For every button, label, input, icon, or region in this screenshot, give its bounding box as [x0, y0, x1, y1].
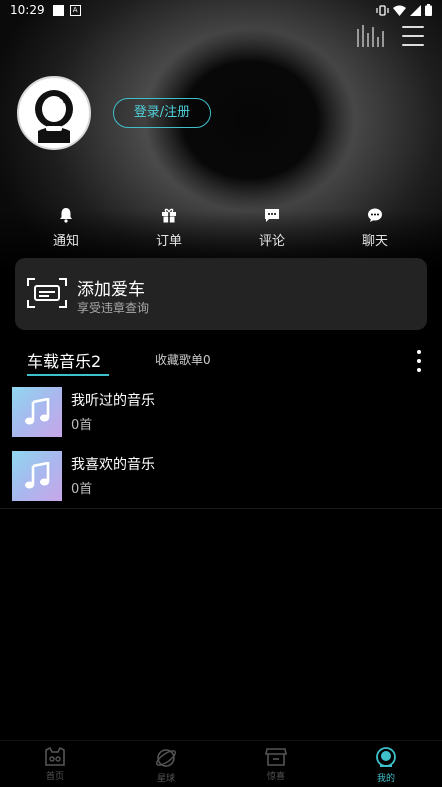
wifi-icon [393, 5, 406, 16]
list-item[interactable]: 我听过的音乐 0首 [0, 384, 442, 440]
nav-home[interactable]: 首页 [20, 747, 90, 782]
nav-label: 惊喜 [266, 772, 285, 782]
nav-surprise[interactable]: 惊喜 [241, 747, 311, 782]
status-time: 10:29 [10, 3, 45, 17]
nav-label: 星球 [156, 774, 175, 784]
more-vertical-icon[interactable] [416, 350, 422, 372]
equalizer-icon[interactable] [357, 25, 384, 47]
bell-icon [60, 208, 72, 223]
quick-action-chat[interactable]: 聊天 [345, 207, 405, 249]
tab-active-indicator [27, 374, 109, 376]
menu-icon[interactable] [402, 26, 424, 46]
quick-action-notifications[interactable]: 通知 [36, 207, 96, 249]
vibrate-icon [376, 4, 389, 16]
quick-action-label: 通知 [52, 234, 79, 249]
nav-profile[interactable]: 我的 [351, 747, 421, 784]
quick-action-label: 评论 [258, 234, 285, 249]
add-car-card[interactable]: 添加爱车 享受违章查询 [15, 258, 427, 330]
notification-square-icon [52, 4, 64, 16]
gift-icon [162, 208, 176, 223]
home-icon [45, 747, 65, 766]
planet-icon [156, 749, 176, 767]
music-note-icon [25, 462, 50, 489]
quick-action-label: 订单 [155, 234, 182, 249]
quick-action-comments[interactable]: 评论 [242, 207, 302, 249]
playlist-title: 我听过的音乐 [71, 393, 155, 409]
profile-icon [376, 747, 396, 767]
chat-icon [368, 208, 382, 222]
bottom-navigation: 首页 星球 惊喜 我的 [0, 740, 442, 787]
tab-favorite-playlists[interactable]: 收藏歌单0 [155, 351, 211, 368]
avatar[interactable] [17, 76, 91, 150]
tab-car-music[interactable]: 车载音乐2 [27, 348, 101, 372]
login-register-button[interactable]: 登录/注册 [113, 98, 211, 128]
quick-actions-row: 通知 订单 评论 聊天 [0, 207, 442, 252]
playlist-count: 0首 [71, 482, 93, 497]
playlist-cover [12, 451, 62, 501]
nav-planet[interactable]: 星球 [131, 747, 201, 784]
comment-icon [265, 209, 279, 222]
quick-action-orders[interactable]: 订单 [139, 207, 199, 249]
store-icon [265, 748, 287, 766]
notification-badge-icon: A [69, 4, 81, 16]
music-tabs: 车载音乐2 收藏歌单0 [0, 340, 442, 380]
quick-action-label: 聊天 [361, 234, 388, 249]
signal-icon [410, 4, 421, 16]
music-note-icon [25, 398, 50, 425]
status-bar: 10:29 A [0, 0, 442, 20]
list-item[interactable]: 我喜欢的音乐 0首 [0, 448, 442, 504]
add-car-title: 添加爱车 [77, 280, 145, 300]
playlist-count: 0首 [71, 418, 93, 433]
playlist-cover [12, 387, 62, 437]
nav-label: 我的 [376, 774, 395, 784]
playlist-title: 我喜欢的音乐 [71, 457, 155, 473]
add-car-subtitle: 享受违章查询 [77, 301, 150, 315]
battery-icon [425, 4, 432, 16]
nav-label: 首页 [45, 772, 64, 782]
astronaut-avatar-icon [24, 83, 84, 143]
car-plate-icon [27, 278, 67, 308]
list-divider [0, 508, 442, 509]
